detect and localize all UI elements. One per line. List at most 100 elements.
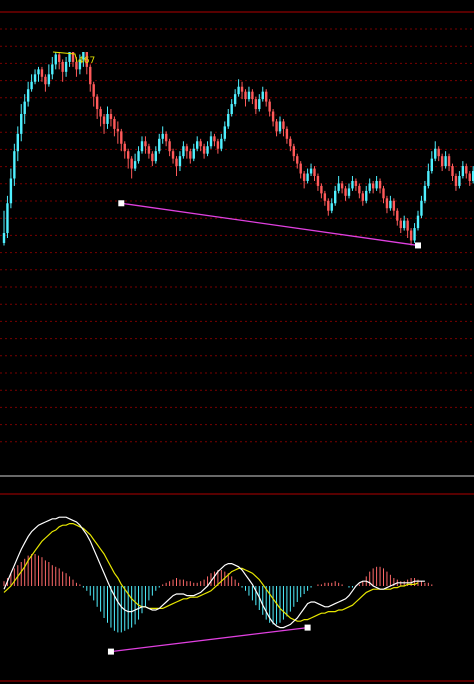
candle-body [320, 185, 323, 194]
candle-body [344, 188, 347, 196]
candle-body [137, 151, 140, 162]
candle-body [354, 180, 358, 186]
candle-body [437, 148, 440, 157]
candle-body [240, 86, 244, 92]
candle-body [230, 104, 233, 114]
candle-body [33, 74, 37, 82]
candle-body [296, 156, 299, 164]
candle-body [313, 168, 316, 176]
candle-body [261, 91, 264, 100]
candle-body [392, 200, 396, 211]
candle-body [361, 193, 364, 201]
candle-body [161, 133, 164, 139]
macd-divergence-marker [304, 624, 311, 631]
candle-body [330, 203, 333, 211]
candle-body [13, 151, 16, 179]
candle-body [109, 114, 113, 119]
candle-body [147, 146, 151, 154]
candle-body [292, 146, 295, 157]
candle-body [385, 198, 389, 209]
candle-body [316, 176, 320, 186]
candle-body [44, 76, 47, 85]
candle-body [268, 101, 271, 112]
candle-body [368, 183, 371, 191]
candle-body [413, 228, 416, 241]
candle-body [89, 66, 92, 85]
candle-body [299, 163, 302, 174]
candle-body [175, 158, 178, 167]
candle-body [178, 156, 182, 167]
candle-body [244, 91, 247, 100]
candle-body [23, 101, 26, 114]
candle-body [95, 96, 99, 110]
candle-body [30, 81, 33, 90]
candle-body [389, 200, 392, 209]
candle-body [16, 133, 19, 152]
candle-body [285, 128, 289, 139]
candle-body [430, 158, 433, 172]
candle-body [40, 69, 44, 77]
candle-body [196, 141, 199, 149]
candle-body [265, 91, 268, 102]
candle-body [216, 141, 220, 149]
candle-body [371, 183, 375, 189]
candle-body [458, 176, 461, 186]
candle-body [251, 91, 254, 100]
divergence-marker [118, 200, 125, 207]
candle-body [406, 220, 409, 231]
candle-body [223, 126, 226, 139]
candle-body [440, 156, 444, 167]
candle-body [99, 109, 102, 117]
candle-body [227, 114, 230, 127]
candle-body [220, 138, 223, 149]
candle-body [133, 161, 137, 169]
candle-body [416, 215, 420, 229]
candle-body [447, 156, 451, 167]
candle-body [327, 200, 330, 211]
candle-body [185, 146, 189, 152]
candle-body [6, 203, 9, 234]
divergence-marker [415, 242, 421, 249]
candle-body [61, 61, 64, 72]
candle-body [168, 141, 171, 152]
macd-divergence-marker [107, 648, 114, 655]
candle-body [278, 121, 282, 132]
candle-body [306, 173, 309, 181]
candle-body [337, 183, 340, 191]
candle-body [468, 173, 471, 181]
chart-background [0, 0, 474, 684]
candle-body [92, 84, 95, 97]
candle-body [120, 131, 123, 144]
candle-body [399, 220, 402, 229]
candle-body [340, 183, 344, 189]
candle-body [102, 116, 106, 124]
candle-body [465, 166, 468, 174]
candle-body [302, 173, 306, 181]
candle-body [434, 148, 437, 159]
candle-body [247, 91, 251, 100]
candle-body [199, 141, 202, 147]
candle-body [20, 114, 23, 134]
candle-body [116, 128, 120, 132]
candle-body [209, 136, 213, 147]
candle-body [206, 146, 209, 154]
candle-body [444, 156, 447, 167]
candle-body [202, 146, 206, 154]
candle-body [254, 99, 258, 110]
candle-body [375, 180, 378, 189]
candle-body [123, 143, 126, 152]
candle-body [2, 233, 6, 243]
candle-body [351, 180, 354, 189]
candle-body [64, 61, 68, 72]
candle-body [378, 180, 382, 189]
peak-price-label: 467 [78, 56, 95, 66]
candle-body [323, 193, 327, 201]
candle-body [47, 74, 51, 85]
candle-body [334, 190, 337, 204]
candle-body [309, 168, 313, 174]
candle-body [451, 166, 454, 176]
candle-body [113, 118, 116, 129]
candle-body [420, 200, 423, 216]
candle-body [51, 64, 54, 75]
candle-body [365, 190, 368, 201]
